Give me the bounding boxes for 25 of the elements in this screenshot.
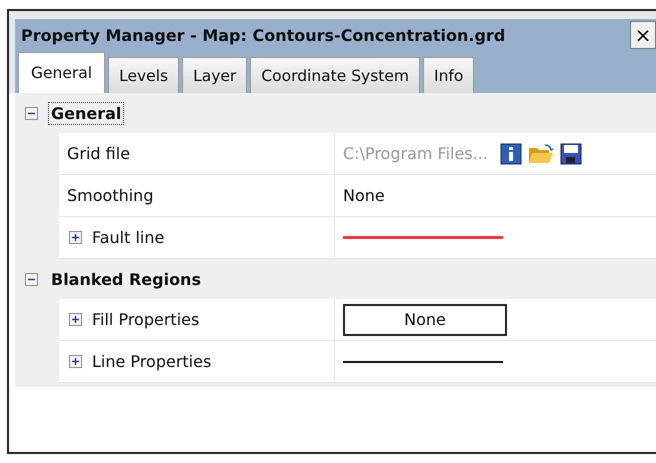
property-label: Grid file [67,144,130,163]
group-header[interactable]: Blanked Regions [48,268,204,290]
group-header[interactable]: General [48,102,124,124]
tab[interactable]: Coordinate System [250,57,420,93]
expand-icon[interactable] [69,355,82,368]
property-label: Smoothing [67,186,154,205]
tab[interactable]: Layer [182,57,248,93]
fill-sample: None [343,304,507,336]
property-label: Fault line [92,228,164,247]
folder-icon[interactable] [528,142,554,164]
save-icon[interactable] [560,142,582,164]
close-button[interactable]: × [630,21,656,49]
tab[interactable]: Levels [108,57,180,93]
window-title: Property Manager - Map: Contours-Concentration.grd [21,26,506,44]
collapse-icon[interactable] [25,106,38,120]
expand-icon[interactable] [69,313,82,326]
property-value: None [343,186,385,205]
property-label: Line Properties [92,352,212,371]
property-value: C:\Program Files... [343,144,488,163]
info-icon[interactable] [500,142,522,164]
property-label: Fill Properties [92,310,200,329]
expand-icon[interactable] [69,231,82,244]
collapse-icon[interactable] [25,272,38,286]
tab[interactable]: General [18,52,106,93]
tab[interactable]: Info [423,57,474,93]
